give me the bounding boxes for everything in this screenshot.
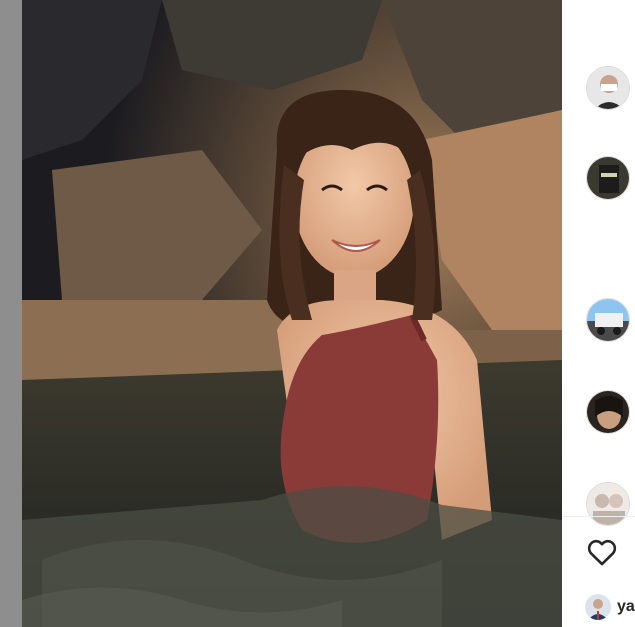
story-avatar-3[interactable] (586, 298, 630, 342)
post-photo-illustration (22, 0, 562, 627)
post-photo[interactable] (22, 0, 562, 627)
author-username[interactable]: ya (617, 598, 635, 616)
post-author[interactable]: ya (585, 592, 635, 622)
story-avatar-2[interactable] (586, 156, 630, 200)
heart-icon (587, 539, 617, 566)
rail-divider (562, 516, 635, 517)
like-button[interactable] (585, 535, 619, 569)
story-avatar-4[interactable] (586, 390, 630, 434)
story-avatar-5[interactable] (586, 482, 630, 526)
left-margin-strip (0, 0, 22, 627)
story-avatar-1[interactable] (586, 66, 630, 110)
author-avatar[interactable] (585, 594, 611, 620)
